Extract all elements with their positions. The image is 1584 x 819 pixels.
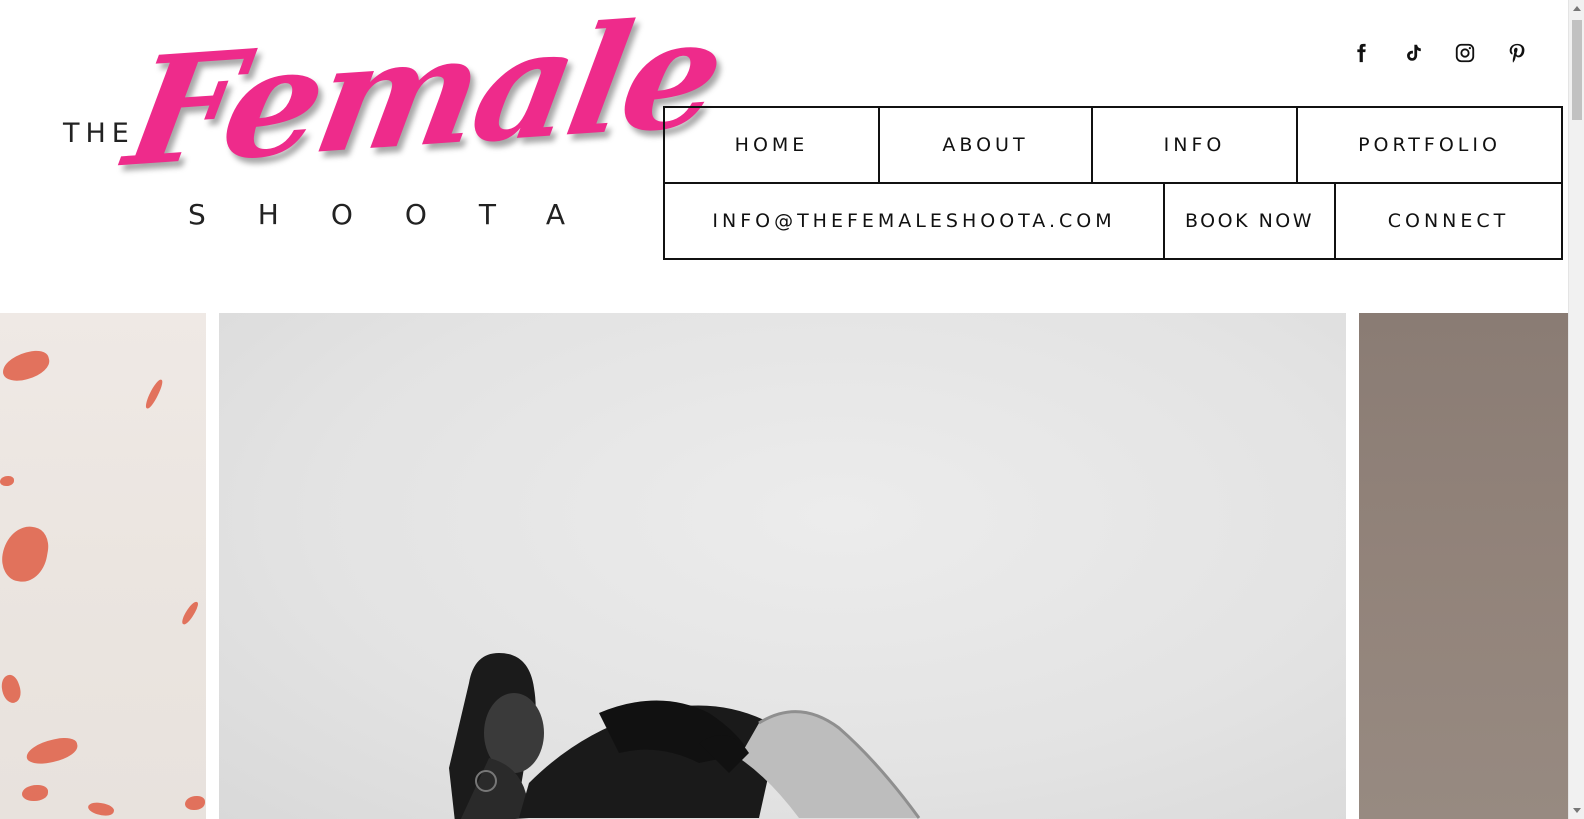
nav-info[interactable]: INFO bbox=[1093, 108, 1298, 182]
petal bbox=[0, 672, 25, 706]
nav-book-now[interactable]: BOOK NOW bbox=[1165, 184, 1336, 258]
portrait-figure bbox=[449, 653, 921, 819]
petal bbox=[86, 799, 116, 819]
facebook-icon[interactable] bbox=[1350, 40, 1372, 66]
nav-row-secondary: INFO@THEFEMALESHOOTA.COM BOOK NOW CONNEC… bbox=[663, 182, 1563, 260]
photo-gallery bbox=[0, 313, 1568, 819]
petal bbox=[0, 476, 14, 486]
nav-row-primary: HOME ABOUT INFO PORTFOLIO bbox=[663, 106, 1563, 182]
scroll-up-icon[interactable] bbox=[1573, 6, 1581, 11]
petal bbox=[0, 522, 52, 586]
main-navigation: HOME ABOUT INFO PORTFOLIO INFO@THEFEMALE… bbox=[663, 106, 1563, 260]
logo-shoota: SHOOTA bbox=[188, 198, 617, 231]
scroll-down-icon[interactable] bbox=[1573, 808, 1581, 813]
taupe-photo[interactable] bbox=[1359, 313, 1568, 819]
nav-portfolio[interactable]: PORTFOLIO bbox=[1298, 108, 1561, 182]
logo-female: Female bbox=[114, 0, 734, 201]
petal bbox=[22, 785, 48, 801]
instagram-icon[interactable] bbox=[1454, 40, 1476, 66]
pinterest-icon[interactable] bbox=[1506, 40, 1528, 66]
petal bbox=[24, 734, 80, 768]
rose-petals-photo[interactable] bbox=[0, 313, 206, 819]
nav-about[interactable]: ABOUT bbox=[880, 108, 1093, 182]
nav-connect[interactable]: CONNECT bbox=[1336, 184, 1561, 258]
nav-home[interactable]: HOME bbox=[665, 108, 880, 182]
petal bbox=[0, 347, 53, 385]
petal bbox=[143, 377, 165, 411]
bw-portrait-photo[interactable] bbox=[219, 313, 1346, 819]
tiktok-icon[interactable] bbox=[1402, 40, 1424, 66]
scrollbar-thumb[interactable] bbox=[1572, 20, 1582, 120]
page-scrollbar[interactable] bbox=[1568, 0, 1584, 819]
nav-email-link[interactable]: INFO@THEFEMALESHOOTA.COM bbox=[665, 184, 1165, 258]
social-links bbox=[1350, 40, 1528, 66]
site-logo[interactable]: THE Female SHOOTA bbox=[55, 0, 733, 270]
petal bbox=[180, 599, 200, 627]
petal bbox=[185, 796, 205, 810]
